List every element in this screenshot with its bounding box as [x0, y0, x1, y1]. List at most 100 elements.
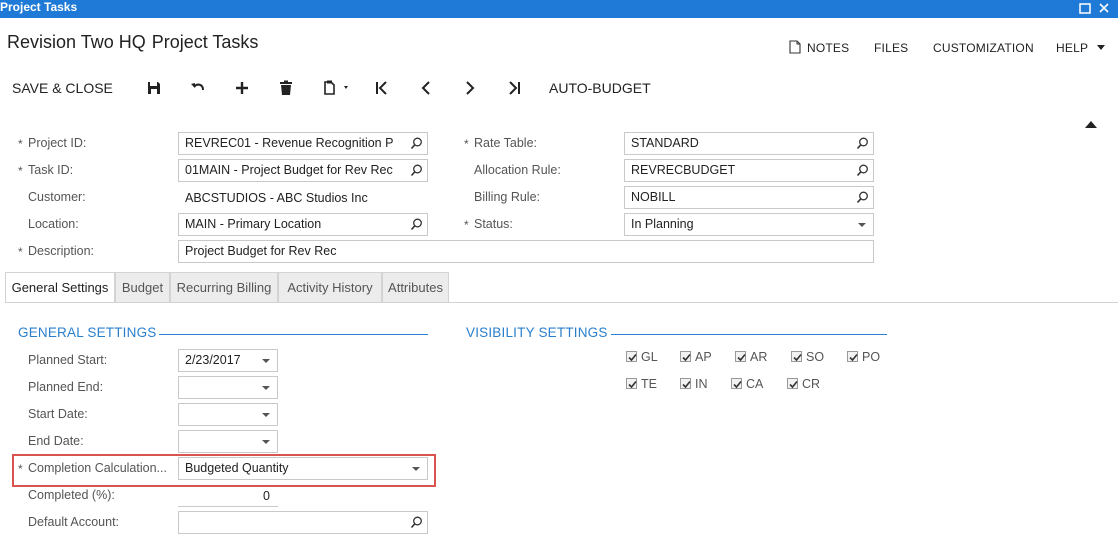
- planned-end-label: Planned End:: [28, 380, 104, 394]
- search-icon[interactable]: [410, 137, 423, 150]
- checkbox-label: AR: [750, 350, 768, 364]
- first-record-icon[interactable]: [373, 79, 391, 97]
- required-mark: *: [18, 245, 23, 259]
- default-account-selector[interactable]: [178, 511, 428, 534]
- general-settings-title: GENERAL SETTINGS: [18, 325, 157, 340]
- allocation-rule-value: REVRECBUDGET: [631, 163, 736, 177]
- required-mark: *: [18, 164, 23, 178]
- search-icon[interactable]: [410, 516, 423, 529]
- checkbox-label: CA: [746, 377, 764, 391]
- checkbox-label: TE: [641, 377, 657, 391]
- customer-value: ABCSTUDIOS - ABC Studios Inc: [185, 191, 368, 205]
- billing-rule-label: Billing Rule:: [474, 190, 541, 204]
- billing-rule-value: NOBILL: [631, 190, 676, 204]
- files-button[interactable]: FILES: [874, 41, 908, 55]
- planned-start-value: 2/23/2017: [185, 353, 241, 367]
- chevron-down-icon: [1097, 45, 1106, 50]
- save-icon[interactable]: [145, 79, 163, 97]
- default-account-label: Default Account:: [28, 515, 120, 529]
- completed-percent-input[interactable]: 0: [178, 486, 278, 507]
- required-mark: *: [464, 137, 469, 151]
- checkbox-label: AP: [695, 350, 712, 364]
- maximize-icon[interactable]: [1078, 1, 1092, 15]
- notes-label: NOTES: [807, 41, 850, 55]
- status-label: Status:: [474, 217, 513, 231]
- location-selector[interactable]: MAIN - Primary Location: [178, 213, 428, 236]
- required-mark: *: [18, 137, 23, 151]
- end-date-datepicker[interactable]: [178, 430, 278, 453]
- last-record-icon[interactable]: [505, 79, 523, 97]
- previous-record-icon[interactable]: [417, 79, 435, 97]
- files-label: FILES: [874, 41, 909, 55]
- required-mark: *: [464, 218, 469, 232]
- notes-icon: [789, 40, 801, 54]
- planned-start-datepicker[interactable]: 2/23/2017: [178, 349, 278, 372]
- description-input[interactable]: Project Budget for Rev Rec: [178, 240, 874, 263]
- customization-label: CUSTOMIZATION: [933, 41, 1034, 55]
- search-icon[interactable]: [856, 191, 869, 204]
- tab-activity-history[interactable]: Activity History: [278, 272, 382, 303]
- tab-attributes[interactable]: Attributes: [382, 272, 449, 303]
- task-id-label: Task ID:: [28, 163, 74, 177]
- allocation-rule-selector[interactable]: REVRECBUDGET: [624, 159, 874, 182]
- search-icon[interactable]: [410, 164, 423, 177]
- planned-end-datepicker[interactable]: [178, 376, 278, 399]
- planned-start-label: Planned Start:: [28, 353, 108, 367]
- tab-general-settings[interactable]: General Settings: [5, 272, 115, 303]
- close-icon[interactable]: [1097, 1, 1111, 15]
- end-date-label: End Date:: [28, 434, 84, 448]
- checkbox-label: GL: [641, 350, 658, 364]
- chevron-down-icon: [858, 223, 866, 227]
- rate-table-label: Rate Table:: [474, 136, 538, 150]
- status-dropdown[interactable]: In Planning: [624, 213, 874, 236]
- help-button[interactable]: HELP: [1056, 41, 1106, 55]
- notes-button[interactable]: NOTES: [789, 40, 850, 55]
- search-icon[interactable]: [410, 218, 423, 231]
- rate-table-selector[interactable]: STANDARD: [624, 132, 874, 155]
- customization-button[interactable]: CUSTOMIZATION: [933, 41, 1034, 55]
- chevron-down-icon: [262, 359, 270, 363]
- chevron-down-icon: [262, 440, 270, 444]
- visibility-settings-title: VISIBILITY SETTINGS: [466, 325, 608, 340]
- tab-recurring-billing[interactable]: Recurring Billing: [170, 272, 278, 303]
- location-value: MAIN - Primary Location: [185, 217, 322, 231]
- task-id-value: 01MAIN - Project Budget for Rev Rec: [185, 163, 393, 177]
- page-title-screen: Project Tasks: [151, 32, 259, 52]
- chevron-down-icon: [262, 413, 270, 417]
- description-label: Description:: [28, 244, 94, 258]
- delete-icon[interactable]: [277, 79, 295, 97]
- help-label: HELP: [1056, 41, 1088, 55]
- start-date-label: Start Date:: [28, 407, 88, 421]
- auto-budget-button[interactable]: AUTO-BUDGET: [549, 78, 651, 98]
- undo-icon[interactable]: [189, 79, 207, 97]
- search-icon[interactable]: [856, 137, 869, 150]
- highlight-box: [12, 454, 436, 487]
- project-id-value: REVREC01 - Revenue Recognition P: [185, 136, 394, 150]
- search-icon[interactable]: [856, 164, 869, 177]
- status-value: In Planning: [631, 217, 694, 231]
- copy-paste-menu-icon[interactable]: [321, 79, 353, 97]
- chevron-down-icon: [262, 386, 270, 390]
- tab-divider: [5, 302, 1118, 303]
- task-id-selector[interactable]: 01MAIN - Project Budget for Rev Rec: [178, 159, 428, 182]
- allocation-rule-label: Allocation Rule:: [474, 163, 561, 177]
- checkbox-label: SO: [806, 350, 825, 364]
- add-icon[interactable]: [233, 79, 251, 97]
- section-divider: [611, 334, 887, 335]
- checkbox-label: CR: [802, 377, 821, 391]
- customer-label: Customer:: [28, 190, 86, 204]
- location-label: Location:: [28, 217, 79, 231]
- page-title-entity: Revision Two HQ: [7, 32, 146, 52]
- save-close-button[interactable]: SAVE & CLOSE: [12, 78, 113, 98]
- window-title: Project Tasks: [0, 0, 78, 14]
- start-date-datepicker[interactable]: [178, 403, 278, 426]
- tab-budget[interactable]: Budget: [115, 272, 170, 303]
- billing-rule-selector[interactable]: NOBILL: [624, 186, 874, 209]
- collapse-header-icon[interactable]: [1085, 121, 1097, 128]
- section-divider: [159, 334, 428, 335]
- rate-table-value: STANDARD: [631, 136, 699, 150]
- next-record-icon[interactable]: [461, 79, 479, 97]
- page-title: Revision Two HQ Project Tasks: [7, 32, 258, 53]
- checkbox-label: PO: [862, 350, 881, 364]
- project-id-selector[interactable]: REVREC01 - Revenue Recognition P: [178, 132, 428, 155]
